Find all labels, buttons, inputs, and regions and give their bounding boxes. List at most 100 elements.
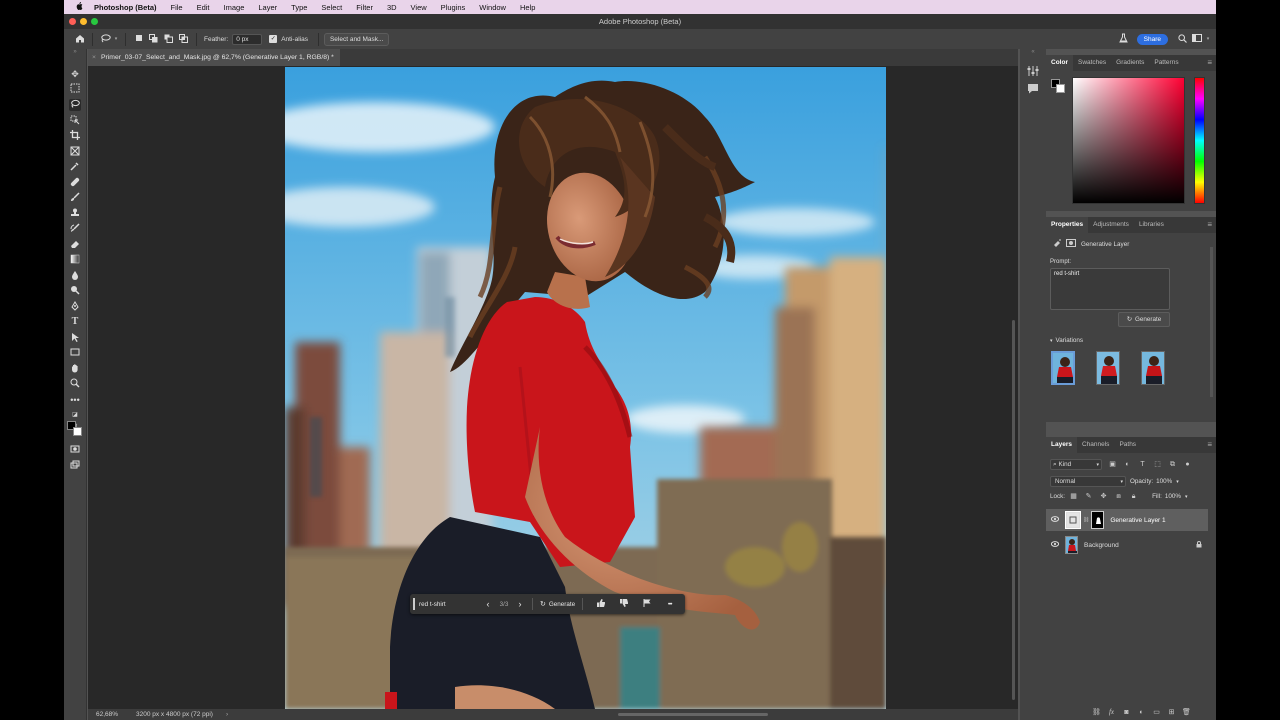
trash-icon[interactable]: 🗑︎ bbox=[1182, 708, 1191, 717]
flask-icon[interactable] bbox=[1117, 33, 1131, 45]
menu-view[interactable]: View bbox=[411, 3, 427, 12]
menu-select[interactable]: Select bbox=[321, 3, 342, 12]
more-options-icon[interactable]: ••• bbox=[658, 601, 681, 608]
fill-input[interactable]: 100% bbox=[1165, 493, 1181, 500]
healing-brush-icon[interactable] bbox=[69, 177, 81, 189]
panel-menu-icon[interactable]: ≡ bbox=[1207, 58, 1212, 67]
thumbs-up-icon[interactable] bbox=[589, 599, 612, 609]
add-mask-icon[interactable]: ◙ bbox=[1122, 708, 1131, 717]
tab-swatches[interactable]: Swatches bbox=[1073, 55, 1111, 71]
color-picker-field[interactable] bbox=[1072, 77, 1185, 204]
menu-file[interactable]: File bbox=[171, 3, 183, 12]
opacity-input[interactable]: 100% bbox=[1156, 478, 1172, 485]
tab-properties[interactable]: Properties bbox=[1046, 217, 1089, 233]
lock-position-icon[interactable]: ✥ bbox=[1099, 492, 1108, 501]
chevron-down-icon[interactable]: ▾ bbox=[1185, 494, 1188, 500]
lock-all-icon[interactable]: 🔒︎ bbox=[1129, 492, 1138, 501]
intersect-selection-icon[interactable] bbox=[176, 33, 191, 45]
chevron-right-icon[interactable]: › bbox=[511, 599, 529, 609]
background-color-swatch[interactable] bbox=[73, 427, 82, 436]
layer-row-background[interactable]: Background bbox=[1046, 534, 1208, 556]
lasso-tool-icon[interactable] bbox=[98, 33, 112, 45]
tab-libraries[interactable]: Libraries bbox=[1134, 217, 1169, 233]
rectangle-tool-icon[interactable] bbox=[69, 347, 81, 359]
tab-gradients[interactable]: Gradients bbox=[1111, 55, 1149, 71]
chevron-down-icon[interactable]: ▾ bbox=[1204, 36, 1212, 42]
filter-toggle-icon[interactable]: ● bbox=[1183, 460, 1192, 469]
zoom-level[interactable]: 62,68% bbox=[96, 711, 136, 718]
variation-thumbnail[interactable] bbox=[1051, 351, 1075, 385]
select-and-mask-button[interactable]: Select and Mask... bbox=[323, 32, 390, 46]
blend-mode-select[interactable]: Normal ▾ bbox=[1050, 476, 1126, 487]
kind-filter-select[interactable]: ⌕ Kind ▾ bbox=[1050, 459, 1102, 470]
collapse-icon[interactable]: » bbox=[69, 49, 81, 55]
visibility-eye-icon[interactable] bbox=[1049, 516, 1061, 524]
search-icon[interactable] bbox=[1174, 33, 1190, 45]
flag-icon[interactable] bbox=[635, 599, 658, 609]
eyedropper-tool-icon[interactable] bbox=[69, 161, 81, 173]
lock-artboard-icon[interactable]: ⧈ bbox=[1114, 492, 1123, 501]
link-icon[interactable]: ⛓︎ bbox=[1083, 517, 1089, 523]
hand-tool-icon[interactable] bbox=[69, 363, 81, 375]
thumbs-down-icon[interactable] bbox=[612, 599, 635, 609]
collapse-icon[interactable]: « bbox=[1020, 49, 1046, 57]
gradient-tool-icon[interactable] bbox=[69, 254, 81, 266]
lock-pixels-icon[interactable]: ✎ bbox=[1084, 492, 1093, 501]
object-selection-tool-icon[interactable] bbox=[69, 115, 81, 127]
menu-help[interactable]: Help bbox=[520, 3, 535, 12]
menu-3d[interactable]: 3D bbox=[387, 3, 397, 12]
shape-filter-icon[interactable]: ⬚ bbox=[1153, 460, 1162, 469]
fx-icon[interactable]: fx bbox=[1107, 708, 1116, 717]
type-tool-icon[interactable]: T bbox=[69, 316, 81, 328]
add-selection-icon[interactable] bbox=[146, 33, 161, 45]
close-icon[interactable]: × bbox=[92, 54, 96, 61]
brush-tool-icon[interactable] bbox=[69, 192, 81, 204]
type-filter-icon[interactable]: T bbox=[1138, 460, 1147, 469]
menu-app-name[interactable]: Photoshop (Beta) bbox=[94, 3, 157, 12]
tab-paths[interactable]: Paths bbox=[1114, 437, 1141, 453]
group-folder-icon[interactable]: ▭ bbox=[1152, 708, 1161, 717]
zoom-tool-icon[interactable] bbox=[69, 378, 81, 390]
blur-tool-icon[interactable] bbox=[69, 270, 81, 282]
layer-mask-thumbnail[interactable] bbox=[1091, 511, 1105, 529]
marquee-tool-icon[interactable] bbox=[69, 83, 81, 95]
dodge-tool-icon[interactable] bbox=[69, 285, 81, 297]
subtract-selection-icon[interactable] bbox=[161, 34, 176, 45]
variation-thumbnail[interactable] bbox=[1096, 351, 1120, 385]
close-window-button[interactable] bbox=[69, 18, 76, 25]
more-tools-icon[interactable]: ••• bbox=[69, 394, 81, 406]
properties-dock-icon[interactable] bbox=[1027, 65, 1039, 79]
default-colors-icon[interactable]: ◪ ↺ bbox=[69, 409, 81, 430]
adjustment-filter-icon[interactable]: ◐ bbox=[1123, 460, 1132, 469]
image-filter-icon[interactable]: ▣ bbox=[1108, 460, 1117, 469]
share-button[interactable]: Share bbox=[1136, 33, 1168, 45]
lasso-tool-icon[interactable] bbox=[69, 99, 81, 111]
tab-layers[interactable]: Layers bbox=[1046, 437, 1077, 453]
variations-header[interactable]: ▾ Variations bbox=[1050, 337, 1083, 344]
quick-mask-icon[interactable] bbox=[69, 444, 81, 456]
workspace-icon[interactable] bbox=[1190, 34, 1204, 44]
chevron-right-icon[interactable]: › bbox=[226, 711, 228, 718]
home-icon[interactable] bbox=[73, 34, 87, 45]
minimize-window-button[interactable] bbox=[80, 18, 87, 25]
chevron-down-icon[interactable]: ▾ bbox=[1176, 479, 1179, 485]
link-layers-icon[interactable]: ⛓︎ bbox=[1092, 708, 1101, 717]
panel-menu-icon[interactable]: ≡ bbox=[1207, 220, 1212, 229]
chevron-left-icon[interactable]: ‹ bbox=[479, 599, 497, 609]
hue-slider[interactable] bbox=[1194, 77, 1205, 204]
vertical-scrollbar[interactable] bbox=[1012, 320, 1015, 700]
context-prompt-input[interactable]: red t-shirt bbox=[419, 601, 479, 608]
lock-transparency-icon[interactable]: ▦ bbox=[1069, 492, 1078, 501]
tab-channels[interactable]: Channels bbox=[1077, 437, 1114, 453]
background-color-swatch[interactable] bbox=[1056, 84, 1065, 93]
menu-window[interactable]: Window bbox=[479, 3, 506, 12]
horizontal-scrollbar[interactable] bbox=[618, 713, 768, 716]
variation-thumbnail[interactable] bbox=[1141, 351, 1165, 385]
eraser-tool-icon[interactable] bbox=[69, 239, 81, 251]
frame-tool-icon[interactable] bbox=[69, 146, 81, 158]
new-selection-icon[interactable] bbox=[131, 34, 146, 44]
smart-object-filter-icon[interactable]: ⧉ bbox=[1168, 460, 1177, 469]
stamp-tool-icon[interactable] bbox=[69, 208, 81, 220]
generate-button[interactable]: ↻ Generate bbox=[1118, 312, 1170, 327]
screen-mode-icon[interactable] bbox=[69, 460, 81, 472]
